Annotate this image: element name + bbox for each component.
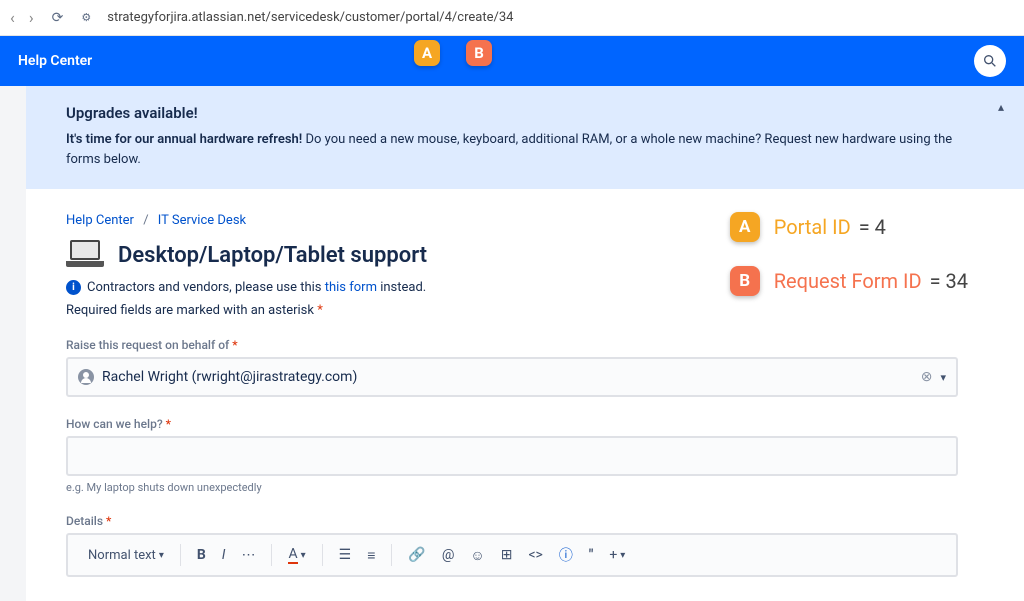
portal-header: Help Center (0, 36, 1024, 86)
banner-body: It's time for our annual hardware refres… (66, 130, 984, 169)
page-title: Desktop/Laptop/Tablet support (118, 243, 427, 268)
annotation-badge-b: B (466, 40, 492, 66)
bold-button[interactable]: B (191, 543, 212, 567)
link-button[interactable]: 🔗 (402, 543, 431, 567)
code-button[interactable]: <> (522, 543, 548, 567)
behalf-label: Raise this request on behalf of * (66, 338, 984, 352)
help-input[interactable] (66, 436, 958, 476)
more-format-button[interactable]: ⋯ (235, 543, 261, 567)
details-editor[interactable]: Normal text ▾ B I ⋯ A ▾ ☰ ≡ 🔗 @ ☺ ⊞ <> ⓘ… (66, 533, 958, 577)
overlay-label-a: Portal ID (774, 215, 851, 239)
rte-toolbar: Normal text ▾ B I ⋯ A ▾ ☰ ≡ 🔗 @ ☺ ⊞ <> ⓘ… (68, 535, 956, 575)
text-color-button[interactable]: A ▾ (282, 542, 311, 568)
annotation-badge-a: A (414, 40, 440, 66)
overlay-value-a: = 4 (859, 215, 886, 239)
chevron-down-icon[interactable]: ▾ (940, 371, 946, 384)
breadcrumb-desk[interactable]: IT Service Desk (158, 213, 246, 228)
info-icon: i (66, 280, 81, 295)
emoji-button[interactable]: ☺ (464, 543, 490, 568)
mention-button[interactable]: @ (436, 543, 461, 567)
help-center-link[interactable]: Help Center (18, 53, 92, 69)
browser-toolbar: ‹ › ⟳ ⚙ strategyforjira.atlassian.net/se… (0, 0, 1024, 36)
annotation-overlay: A Portal ID = 4 B Request Form ID = 34 (730, 212, 968, 320)
italic-button[interactable]: I (216, 543, 232, 567)
overlay-value-b: = 34 (930, 269, 968, 293)
address-bar[interactable]: strategyforjira.atlassian.net/servicedes… (107, 10, 513, 25)
clear-icon[interactable]: ⊗ (921, 369, 933, 385)
breadcrumb-home[interactable]: Help Center (66, 213, 134, 228)
person-icon (78, 369, 94, 385)
number-list-button[interactable]: ≡ (361, 543, 381, 568)
insert-button[interactable]: + ▾ (603, 543, 631, 567)
banner-collapse-icon[interactable]: ▴ (998, 100, 1004, 114)
alt-form-link[interactable]: this form (325, 280, 377, 295)
quote-button[interactable]: " (583, 543, 599, 567)
table-button[interactable]: ⊞ (495, 543, 519, 567)
laptop-icon (66, 240, 104, 270)
help-hint: e.g. My laptop shuts down unexpectedly (66, 481, 984, 494)
overlay-badge-b: B (730, 266, 760, 296)
banner-title: Upgrades available! (66, 104, 984, 122)
details-label: Details * (66, 514, 984, 528)
search-button[interactable] (974, 45, 1006, 77)
site-info-icon[interactable]: ⚙ (81, 11, 91, 24)
rte-style-select[interactable]: Normal text ▾ (82, 544, 170, 567)
search-icon (982, 53, 998, 69)
overlay-badge-a: A (730, 212, 760, 242)
announcement-banner: Upgrades available! It's time for our an… (26, 86, 1024, 189)
bullet-list-button[interactable]: ☰ (333, 543, 358, 567)
refresh-button[interactable]: ⟳ (52, 10, 64, 26)
forward-button[interactable]: › (29, 8, 34, 27)
behalf-value: Rachel Wright (rwright@jirastrategy.com) (102, 369, 913, 385)
help-label: How can we help? * (66, 417, 984, 431)
behalf-select[interactable]: Rachel Wright (rwright@jirastrategy.com)… (66, 357, 958, 397)
back-button[interactable]: ‹ (10, 8, 15, 27)
overlay-label-b: Request Form ID (774, 269, 922, 293)
info-panel-button[interactable]: ⓘ (553, 541, 579, 569)
